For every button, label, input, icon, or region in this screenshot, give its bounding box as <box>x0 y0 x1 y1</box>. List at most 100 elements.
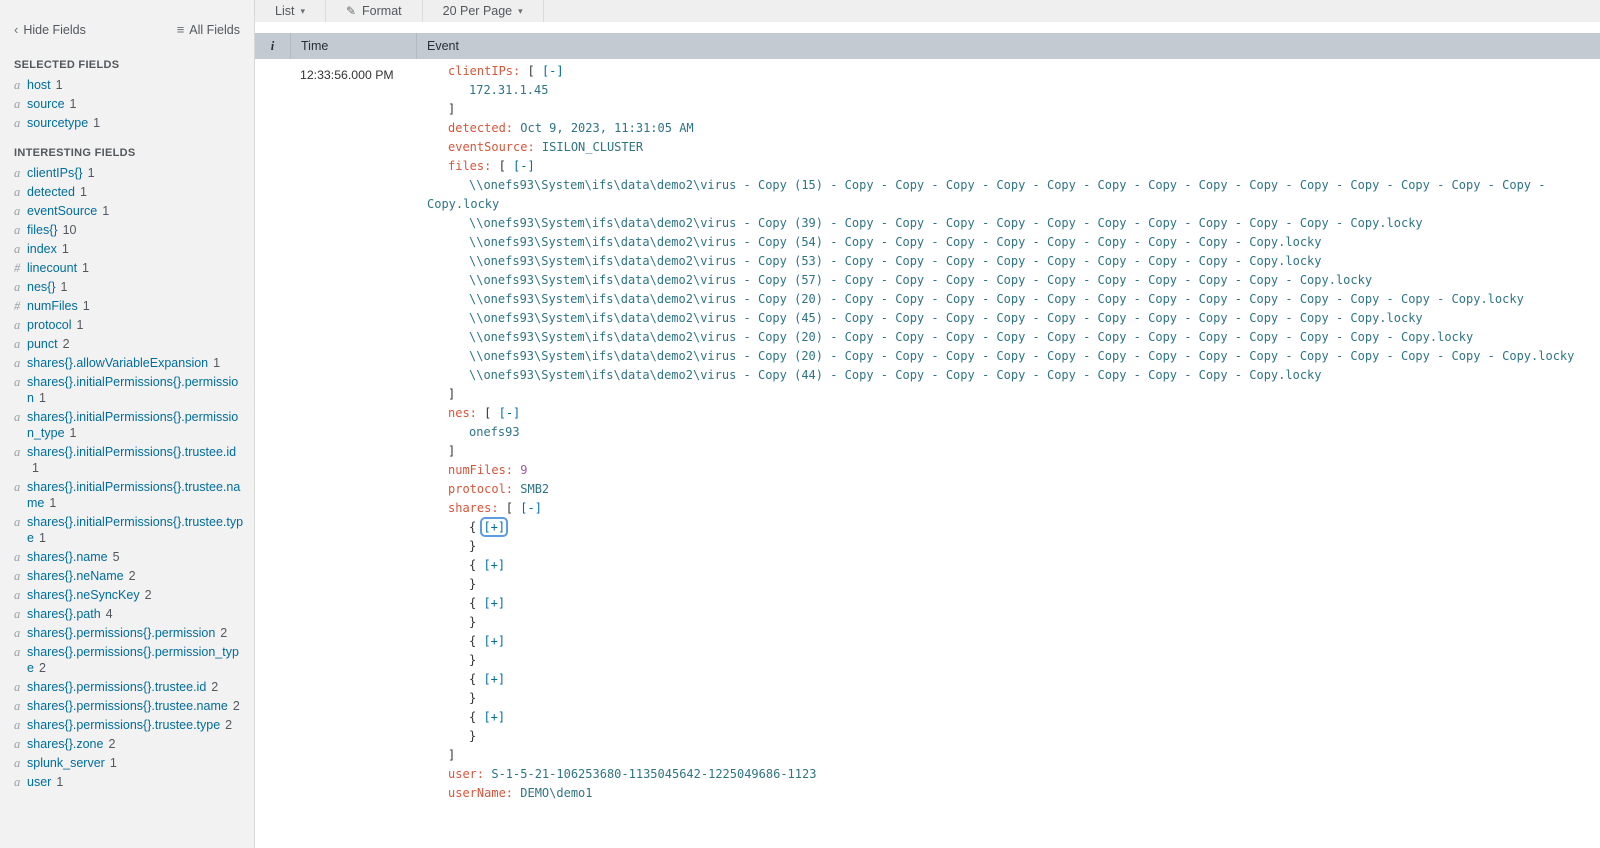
field-name[interactable]: shares{}.permissions{}.permission_type <box>27 645 239 675</box>
per-page-dropdown[interactable]: 20 Per Page ▾ <box>423 0 544 22</box>
field-count: 1 <box>93 116 101 130</box>
field-name[interactable]: shares{}.initialPermissions{}.trustee.id <box>27 445 236 459</box>
field-name[interactable]: shares{}.name <box>27 550 108 564</box>
collapse-expand-toggle[interactable]: [+] <box>483 634 505 648</box>
event-json-line: \\onefs93\System\ifs\data\demo2\virus - … <box>427 290 1582 309</box>
field-name[interactable]: numFiles <box>27 299 78 313</box>
field-row[interactable]: a shares{}.name 5 <box>0 548 254 567</box>
field-type-icon: a <box>14 242 21 256</box>
field-name[interactable]: shares{}.initialPermissions{}.permission… <box>27 410 238 440</box>
field-row[interactable]: a shares{}.permissions{}.trustee.id 2 <box>0 678 254 697</box>
chevron-left-icon: ‹ <box>14 22 19 37</box>
field-count: 1 <box>87 166 95 180</box>
field-name[interactable]: shares{}.zone <box>27 737 103 751</box>
field-row[interactable]: a eventSource 1 <box>0 202 254 221</box>
collapse-expand-toggle[interactable]: [+] <box>483 710 505 724</box>
collapse-expand-toggle[interactable]: [+] <box>483 558 505 572</box>
collapse-expand-toggle[interactable]: [-] <box>542 64 564 78</box>
field-row[interactable]: a user 1 <box>0 773 254 792</box>
field-name[interactable]: shares{}.allowVariableExpansion <box>27 356 208 370</box>
toolbar-gap <box>255 22 1600 33</box>
field-name[interactable]: files{} <box>27 223 58 237</box>
field-name[interactable]: detected <box>27 185 75 199</box>
field-name[interactable]: shares{}.permissions{}.trustee.name <box>27 699 228 713</box>
field-row[interactable]: a shares{}.neName 2 <box>0 567 254 586</box>
field-name[interactable]: shares{}.neName <box>27 569 124 583</box>
field-name[interactable]: user <box>27 775 51 789</box>
field-type-icon: a <box>14 756 21 770</box>
field-row[interactable]: a shares{}.initialPermissions{}.trustee.… <box>0 513 254 548</box>
field-name[interactable]: shares{}.permissions{}.trustee.id <box>27 680 206 694</box>
field-row[interactable]: a shares{}.path 4 <box>0 605 254 624</box>
field-name[interactable]: shares{}.neSyncKey <box>27 588 140 602</box>
collapse-expand-toggle-focused[interactable]: [+] <box>480 517 509 537</box>
events-main: List ▾ ✎ Format 20 Per Page ▾ i Time Eve… <box>255 0 1600 848</box>
field-body: numFiles 1 <box>27 298 90 314</box>
field-row[interactable]: a detected 1 <box>0 183 254 202</box>
time-column-header[interactable]: Time <box>291 33 417 59</box>
field-name[interactable]: index <box>27 242 57 256</box>
field-name[interactable]: linecount <box>27 261 77 275</box>
field-name[interactable]: nes{} <box>27 280 56 294</box>
field-row[interactable]: a shares{}.allowVariableExpansion 1 <box>0 354 254 373</box>
field-count: 10 <box>62 223 77 237</box>
json-punct: ] <box>448 444 456 458</box>
field-name[interactable]: sourcetype <box>27 116 88 130</box>
all-fields-button[interactable]: ≡ All Fields <box>177 22 240 37</box>
format-button[interactable]: ✎ Format <box>326 0 423 22</box>
field-name[interactable]: protocol <box>27 318 71 332</box>
field-row[interactable]: a shares{}.zone 2 <box>0 735 254 754</box>
field-row[interactable]: a shares{}.permissions{}.trustee.name 2 <box>0 697 254 716</box>
field-body: shares{}.permissions{}.trustee.name 2 <box>27 698 240 714</box>
field-type-icon: a <box>14 699 21 713</box>
json-punct: [ <box>498 501 521 515</box>
per-page-label: 20 Per Page <box>442 4 513 18</box>
field-row[interactable]: a splunk_server 1 <box>0 754 254 773</box>
field-name[interactable]: shares{}.permissions{}.trustee.type <box>27 718 220 732</box>
field-row[interactable]: a punct 2 <box>0 335 254 354</box>
field-name[interactable]: source <box>27 97 65 111</box>
field-name[interactable]: shares{}.permissions{}.permission <box>27 626 215 640</box>
field-name[interactable]: shares{}.initialPermissions{}.trustee.na… <box>27 480 240 510</box>
field-row[interactable]: a shares{}.initialPermissions{}.trustee.… <box>0 443 254 478</box>
hide-fields-button[interactable]: ‹ Hide Fields <box>14 22 86 37</box>
field-type-icon: a <box>14 515 21 529</box>
list-view-dropdown[interactable]: List ▾ <box>255 0 326 22</box>
field-row[interactable]: # numFiles 1 <box>0 297 254 316</box>
field-row[interactable]: a shares{}.initialPermissions{}.permissi… <box>0 408 254 443</box>
field-name[interactable]: shares{}.initialPermissions{}.permission <box>27 375 238 405</box>
field-row[interactable]: a shares{}.initialPermissions{}.permissi… <box>0 373 254 408</box>
json-punct: ] <box>448 748 456 762</box>
field-row[interactable]: a files{} 10 <box>0 221 254 240</box>
field-type-icon: a <box>14 626 21 640</box>
field-row[interactable]: a nes{} 1 <box>0 278 254 297</box>
collapse-expand-toggle[interactable]: [-] <box>513 159 535 173</box>
field-name[interactable]: shares{}.initialPermissions{}.trustee.ty… <box>27 515 243 545</box>
field-row[interactable]: a shares{}.permissions{}.permission 2 <box>0 624 254 643</box>
field-name[interactable]: host <box>27 78 51 92</box>
field-row[interactable]: # linecount 1 <box>0 259 254 278</box>
field-row[interactable]: a protocol 1 <box>0 316 254 335</box>
field-row[interactable]: a shares{}.neSyncKey 2 <box>0 586 254 605</box>
collapse-expand-toggle[interactable]: [+] <box>483 672 505 686</box>
collapse-expand-toggle[interactable]: [+] <box>483 596 505 610</box>
event-info-cell[interactable] <box>255 59 291 848</box>
field-name[interactable]: clientIPs{} <box>27 166 83 180</box>
field-row[interactable]: a shares{}.permissions{}.permission_type… <box>0 643 254 678</box>
field-row[interactable]: a shares{}.initialPermissions{}.trustee.… <box>0 478 254 513</box>
field-name[interactable]: shares{}.path <box>27 607 101 621</box>
field-row[interactable]: a source 1 <box>0 95 254 114</box>
json-value: \\onefs93\System\ifs\data\demo2\virus - … <box>469 368 1322 382</box>
collapse-expand-toggle[interactable]: [-] <box>520 501 542 515</box>
field-row[interactable]: a shares{}.permissions{}.trustee.type 2 <box>0 716 254 735</box>
field-name[interactable]: punct <box>27 337 58 351</box>
collapse-expand-toggle[interactable]: [-] <box>499 406 521 420</box>
field-row[interactable]: a index 1 <box>0 240 254 259</box>
field-row[interactable]: a host 1 <box>0 76 254 95</box>
field-type-icon: a <box>14 445 21 459</box>
field-name[interactable]: splunk_server <box>27 756 105 770</box>
field-row[interactable]: a sourcetype 1 <box>0 114 254 133</box>
field-type-icon: a <box>14 78 21 92</box>
field-name[interactable]: eventSource <box>27 204 97 218</box>
field-row[interactable]: a clientIPs{} 1 <box>0 164 254 183</box>
